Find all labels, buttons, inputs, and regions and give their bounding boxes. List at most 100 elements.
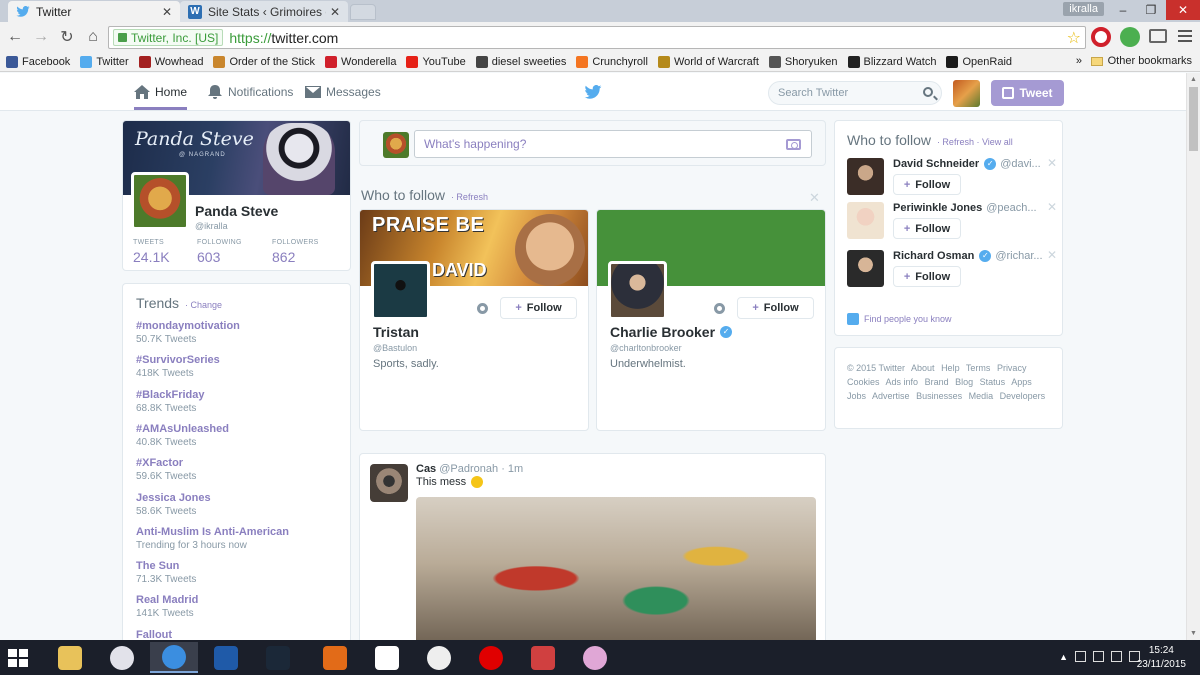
- trend-item[interactable]: #SurvivorSeries 418K Tweets: [136, 354, 220, 379]
- minimize-button[interactable]: –: [1108, 0, 1138, 20]
- taskbar-app-hearthstone[interactable]: [311, 642, 359, 673]
- who-to-follow-dismiss-icon[interactable]: ✕: [809, 190, 820, 206]
- trend-item[interactable]: #XFactor 59.6K Tweets: [136, 457, 196, 482]
- address-bar[interactable]: Twitter, Inc. [US] https://twitter.com ☆: [108, 26, 1086, 49]
- sidebar-suggestion[interactable]: David Schneider ✓ @davi... ✕ + Follow: [847, 156, 1057, 202]
- taskbar-app-itunes[interactable]: [571, 642, 619, 673]
- taskbar-app-steam[interactable]: [254, 642, 302, 673]
- follow-button[interactable]: + Follow: [893, 266, 961, 287]
- trend-item[interactable]: #AMAsUnleashed 40.8K Tweets: [136, 423, 229, 448]
- trend-item[interactable]: Real Madrid 141K Tweets: [136, 594, 198, 619]
- footer-link[interactable]: Businesses: [916, 391, 962, 401]
- system-tray[interactable]: ▲: [1059, 651, 1140, 662]
- footer-link[interactable]: Blog: [955, 377, 973, 387]
- follow-suggestion-card[interactable]: PRAISE BE DAVID + Follow Tristan @Bastul…: [359, 209, 589, 431]
- footer-link[interactable]: Terms: [966, 363, 991, 373]
- page-scrollbar[interactable]: ▲ ▼: [1186, 73, 1200, 640]
- account-avatar[interactable]: [953, 80, 980, 107]
- sidebar-suggestion[interactable]: Periwinkle Jones @peach... ✕ + Follow: [847, 200, 1057, 246]
- follow-suggestion-card[interactable]: + Follow Charlie Brooker ✓ @charltonbroo…: [596, 209, 826, 431]
- footer-link[interactable]: Jobs: [847, 391, 866, 401]
- reload-button[interactable]: ↻: [56, 26, 78, 48]
- stat-following[interactable]: FOLLOWING 603: [197, 239, 242, 265]
- taskbar-app-cross-app[interactable]: [363, 642, 411, 673]
- profile-avatar[interactable]: [131, 172, 189, 230]
- camera-icon[interactable]: [786, 139, 801, 150]
- suggestion-avatar[interactable]: [847, 158, 884, 195]
- sidebar-wtf-links[interactable]: · Refresh · View all: [937, 137, 1013, 147]
- trend-item[interactable]: Anti-Muslim Is Anti-American Trending for…: [136, 526, 289, 551]
- suggestion-name[interactable]: Tristan: [373, 324, 419, 340]
- follow-button[interactable]: + Follow: [893, 174, 961, 195]
- footer-link[interactable]: Ads info: [886, 377, 919, 387]
- scrollbar-thumb[interactable]: [1189, 87, 1198, 151]
- tweet-photo[interactable]: [416, 497, 816, 640]
- sidebar-suggestion[interactable]: Richard Osman ✓ @richar... ✕ + Follow: [847, 248, 1057, 294]
- tweet-author-name[interactable]: Cas: [416, 463, 436, 475]
- taskbar-app-hd-app[interactable]: [415, 642, 463, 673]
- footer-link[interactable]: Status: [980, 377, 1006, 387]
- gear-icon[interactable]: [714, 303, 725, 314]
- gear-icon[interactable]: [477, 303, 488, 314]
- bookmark-shoryuken[interactable]: Shoryuken: [768, 55, 838, 68]
- trend-item[interactable]: #BlackFriday 68.8K Tweets: [136, 389, 204, 414]
- close-tab-icon[interactable]: ✕: [330, 5, 340, 19]
- suggestion-name[interactable]: Charlie Brooker ✓: [610, 324, 733, 340]
- signal-icon[interactable]: [1111, 651, 1122, 662]
- find-people-link[interactable]: Find people you know: [847, 313, 952, 325]
- tweet-author-handle[interactable]: @Padronah: [439, 463, 498, 475]
- suggestion-avatar[interactable]: [608, 261, 667, 320]
- tweet-timestamp[interactable]: · 1m: [501, 463, 523, 475]
- trend-item[interactable]: #mondaymotivation 50.7K Tweets: [136, 320, 240, 345]
- browser-profile-chip[interactable]: ikralla: [1063, 2, 1104, 16]
- taskbar-app-tool-app[interactable]: [519, 642, 567, 673]
- who-to-follow-refresh-link[interactable]: · Refresh: [451, 192, 488, 202]
- stat-followers[interactable]: FOLLOWERS 862: [272, 239, 319, 265]
- bookmark-crunchyroll[interactable]: Crunchyroll: [576, 55, 648, 68]
- ev-certificate-chip[interactable]: Twitter, Inc. [US]: [113, 29, 224, 46]
- bookmark-order-of-the-stick[interactable]: Order of the Stick: [213, 55, 315, 68]
- suggestion-name[interactable]: Periwinkle Jones @peach...: [893, 202, 1045, 214]
- compose-tweet-input[interactable]: What's happening?: [414, 130, 812, 158]
- battery-icon[interactable]: [1093, 651, 1104, 662]
- tweet[interactable]: Cas @Padronah · 1m This mess: [359, 453, 826, 640]
- taskbar-app-file-explorer[interactable]: [46, 642, 94, 673]
- taskbar-app-record[interactable]: [467, 642, 515, 673]
- follow-button[interactable]: + Follow: [737, 297, 814, 319]
- footer-link[interactable]: Cookies: [847, 377, 880, 387]
- windows-start-icon[interactable]: [8, 649, 28, 667]
- footer-link[interactable]: Media: [969, 391, 994, 401]
- profile-name[interactable]: Panda Steve: [195, 203, 278, 219]
- tab-site-stats[interactable]: W Site Stats ‹ Grimoires of S ✕: [180, 1, 348, 22]
- follow-button[interactable]: + Follow: [500, 297, 577, 319]
- taskbar-app-itunes[interactable]: [98, 642, 146, 673]
- trends-change-link[interactable]: · Change: [185, 300, 222, 310]
- forward-button[interactable]: →: [30, 26, 52, 48]
- footer-link[interactable]: Privacy: [997, 363, 1027, 373]
- taskbar-clock[interactable]: 15:24 23/11/2015: [1137, 644, 1186, 672]
- cast-icon[interactable]: [1149, 29, 1167, 43]
- maximize-button[interactable]: ❐: [1136, 0, 1166, 20]
- footer-link[interactable]: Advertise: [872, 391, 910, 401]
- suggestion-avatar[interactable]: [371, 261, 430, 320]
- tray-expand-icon[interactable]: ▲: [1059, 652, 1068, 662]
- bookmark-facebook[interactable]: Facebook: [6, 55, 70, 68]
- follow-button[interactable]: + Follow: [893, 218, 961, 239]
- home-button[interactable]: ⌂: [82, 26, 104, 48]
- chrome-menu-icon[interactable]: [1178, 30, 1192, 32]
- tweet-author-avatar[interactable]: [370, 464, 408, 502]
- trend-item[interactable]: Fallout: [136, 629, 172, 640]
- footer-link[interactable]: Brand: [925, 377, 949, 387]
- bookmark-youtube[interactable]: YouTube: [406, 55, 466, 68]
- opera-extension-icon[interactable]: [1091, 27, 1111, 47]
- search-icon[interactable]: [923, 87, 933, 97]
- bookmark-twitter[interactable]: Twitter: [80, 55, 129, 68]
- stat-tweets[interactable]: TWEETS 24.1K: [133, 239, 170, 265]
- new-tab-button[interactable]: [350, 4, 376, 20]
- dismiss-suggestion-icon[interactable]: ✕: [1047, 200, 1057, 214]
- twitter-logo-icon[interactable]: [584, 85, 602, 99]
- footer-link[interactable]: Apps: [1011, 377, 1032, 387]
- nav-home[interactable]: Home: [134, 73, 188, 110]
- tweet-button[interactable]: Tweet: [991, 80, 1064, 106]
- close-tab-icon[interactable]: ✕: [162, 5, 172, 19]
